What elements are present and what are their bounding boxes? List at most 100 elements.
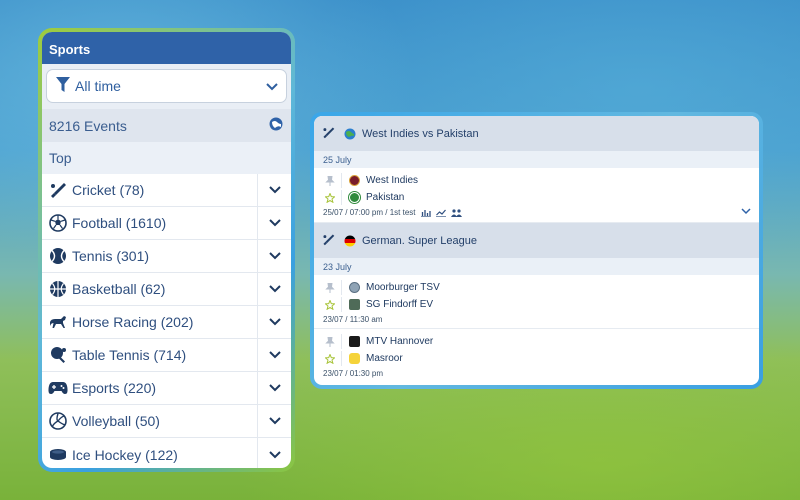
chevron-down-icon (266, 78, 278, 94)
sport-item-label: Basketball (62) (72, 281, 166, 297)
match-meta: 23/07 / 11:30 am (323, 313, 751, 326)
expand-chevron-button[interactable] (257, 306, 291, 338)
tennis-icon (42, 247, 70, 265)
sport-item-horse-racing[interactable]: Horse Racing (202) (42, 306, 291, 339)
chart-icon[interactable] (435, 209, 446, 217)
expand-chevron-button[interactable] (257, 339, 291, 371)
chevron-down-icon (268, 219, 281, 227)
expand-chevron-button[interactable] (257, 405, 291, 437)
sport-item-ice-hockey[interactable]: Ice Hockey (122) (42, 438, 291, 468)
chevron-down-icon (268, 417, 281, 425)
team-logo (349, 282, 360, 293)
sport-item-label: Horse Racing (202) (72, 314, 194, 330)
sport-item-cricket[interactable]: Cricket (78) (42, 174, 291, 207)
divider (341, 190, 342, 205)
team-line: Masroor (323, 350, 751, 367)
star-icon[interactable] (323, 353, 337, 364)
football-icon (42, 214, 70, 232)
date-row: 23 July (314, 258, 759, 275)
match-row[interactable]: Moorburger TSV SG Findorff EV 23/07 / 11… (314, 275, 759, 329)
league-title: German. Super League (362, 234, 477, 247)
expand-chevron-button[interactable] (257, 273, 291, 305)
sports-panel-inner: Sports All time 8216 Events Top Cricket … (42, 32, 291, 468)
expand-chevron-button[interactable] (257, 372, 291, 404)
chevron-down-icon (268, 351, 281, 359)
expand-chevron-button[interactable] (257, 240, 291, 272)
divider (341, 173, 342, 188)
gamepad-icon (42, 381, 70, 395)
team-name: MTV Hannover (366, 336, 434, 347)
team-name: SG Findorff EV (366, 299, 434, 310)
expand-chevron-button[interactable] (257, 207, 291, 239)
filter-icon (56, 76, 70, 96)
expand-chevron-button[interactable] (257, 174, 291, 206)
events-count-row[interactable]: 8216 Events (42, 109, 291, 142)
sports-panel-title: Sports (42, 32, 291, 64)
volleyball-icon (42, 412, 70, 430)
star-icon[interactable] (323, 192, 337, 203)
date-row: 25 July (314, 151, 759, 168)
chevron-down-icon[interactable] (741, 202, 751, 220)
top-section-label: Top (42, 142, 291, 174)
stats-icon[interactable] (420, 209, 431, 217)
ice-hockey-icon (42, 448, 70, 462)
chevron-down-icon (268, 318, 281, 326)
chevron-down-icon (268, 252, 281, 260)
pin-icon[interactable] (323, 175, 337, 186)
sport-item-label: Table Tennis (714) (72, 347, 187, 363)
match-meta: 25/07 / 07:00 pm / 1st test (323, 206, 751, 219)
horse-icon (42, 314, 70, 330)
sport-item-label: Cricket (78) (72, 182, 145, 198)
sport-item-label: Volleyball (50) (72, 413, 160, 429)
league-header[interactable]: West Indies vs Pakistan (314, 116, 759, 151)
sport-item-label: Ice Hockey (122) (72, 446, 178, 463)
pin-icon[interactable] (323, 282, 337, 293)
match-meta-text: 23/07 / 01:30 pm (323, 369, 384, 378)
sport-item-tennis[interactable]: Tennis (301) (42, 240, 291, 273)
sport-list: Cricket (78) Football (1610) Tennis (301… (42, 174, 291, 468)
team-name: Pakistan (366, 192, 405, 203)
sports-panel: Sports All time 8216 Events Top Cricket … (38, 28, 295, 472)
match-row[interactable]: MTV Hannover Masroor 23/07 / 01:30 pm (314, 329, 759, 383)
chevron-down-icon (268, 186, 281, 194)
team-line: SG Findorff EV (323, 296, 751, 313)
matches-panel: West Indies vs Pakistan 25 July West Ind… (310, 112, 763, 389)
sport-item-label: Esports (220) (72, 380, 157, 396)
germany-flag-icon (344, 235, 356, 247)
filter-wrapper: All time (42, 64, 291, 109)
team-logo (349, 353, 360, 364)
divider (341, 351, 342, 366)
league-header[interactable]: German. Super League (314, 223, 759, 258)
time-filter-select[interactable]: All time (46, 69, 287, 103)
expand-chevron-button[interactable] (257, 438, 291, 468)
divider (341, 334, 342, 349)
match-meta-text: 23/07 / 11:30 am (323, 315, 383, 324)
table-tennis-icon (42, 346, 70, 364)
chevron-down-icon (268, 285, 281, 293)
sport-item-esports[interactable]: Esports (220) (42, 372, 291, 405)
sport-item-volleyball[interactable]: Volleyball (50) (42, 405, 291, 438)
match-row[interactable]: West Indies Pakistan 25/07 / 07:00 pm / … (314, 168, 759, 223)
globe-flag-icon (344, 128, 356, 140)
team-logo (349, 192, 360, 203)
team-line: Pakistan (323, 189, 751, 206)
team-logo (349, 336, 360, 347)
sport-item-label: Tennis (301) (72, 248, 150, 264)
globe-icon[interactable] (269, 117, 283, 134)
team-line: West Indies (323, 172, 751, 189)
team-line: Moorburger TSV (323, 279, 751, 296)
sport-item-basketball[interactable]: Basketball (62) (42, 273, 291, 306)
sport-item-football[interactable]: Football (1610) (42, 207, 291, 240)
sport-item-label: Football (1610) (72, 215, 167, 231)
cricket-icon (322, 126, 335, 142)
team-name: Moorburger TSV (366, 282, 440, 293)
chevron-down-icon (268, 384, 281, 392)
sport-item-table-tennis[interactable]: Table Tennis (714) (42, 339, 291, 372)
cricket-icon (42, 181, 70, 199)
events-count-label: 8216 Events (49, 117, 127, 134)
star-icon[interactable] (323, 299, 337, 310)
pin-icon[interactable] (323, 336, 337, 347)
team-lineup-icon[interactable] (450, 208, 462, 217)
team-logo (349, 175, 360, 186)
divider (341, 297, 342, 312)
